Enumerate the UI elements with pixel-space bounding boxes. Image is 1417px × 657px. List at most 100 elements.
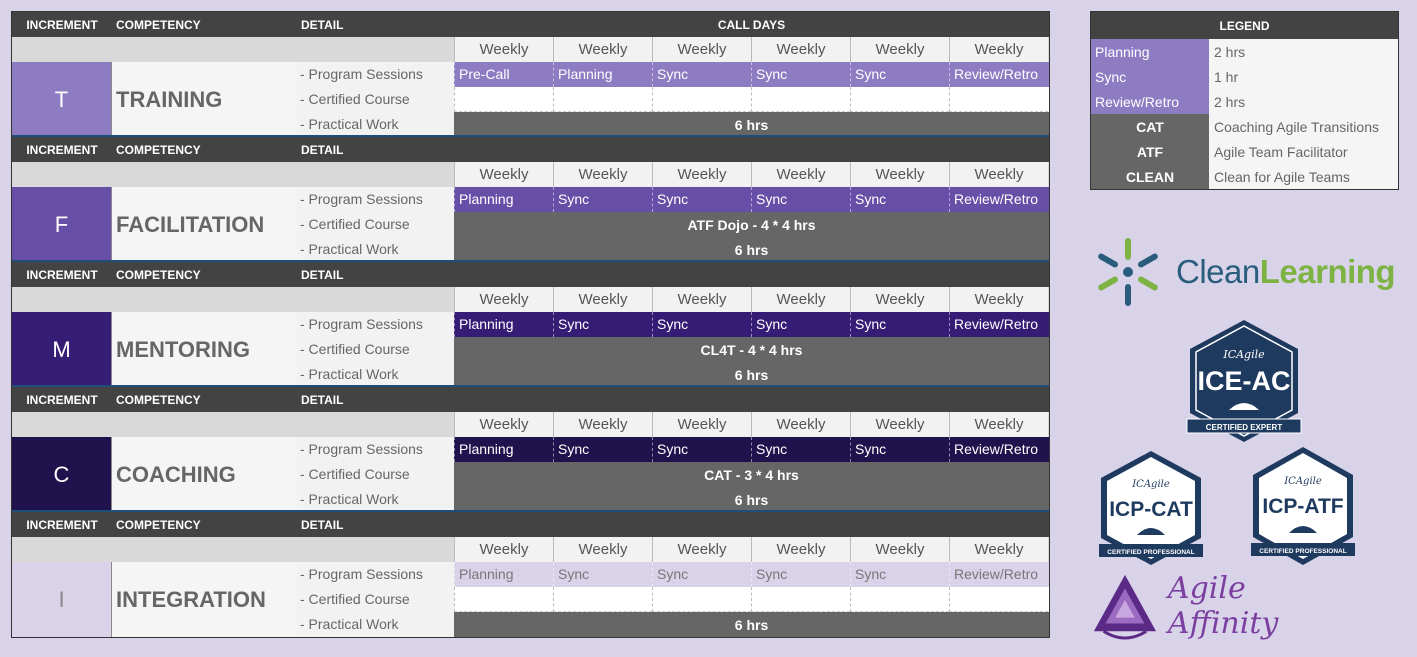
weekly-row: Weekly Weekly Weekly Weekly Weekly Weekly [12, 287, 1049, 312]
session-cell: Review/Retro [949, 62, 1048, 87]
detail-item: - Program Sessions [300, 566, 423, 582]
session-cell: Sync [652, 562, 751, 587]
legend-value: 1 hr [1214, 68, 1239, 85]
weekly-cell: Weekly [850, 537, 949, 562]
session-cell: Sync [850, 312, 949, 337]
certified-course-row [454, 587, 1049, 612]
session-cell: Sync [850, 562, 949, 587]
legend-row: ATF Agile Team Facilitator [1091, 139, 1398, 164]
legend-row: Review/Retro 2 hrs [1091, 89, 1398, 114]
weekly-cell: Weekly [454, 287, 553, 312]
detail-item: - Practical Work [300, 116, 399, 132]
icp-cat-title: ICP-CAT [1109, 498, 1193, 521]
header-detail: DETAIL [301, 517, 344, 532]
blank-cell [850, 87, 949, 112]
weekly-cell: Weekly [454, 537, 553, 562]
legend-row: CLEAN Clean for Agile Teams [1091, 164, 1398, 189]
session-cell: Review/Retro [949, 312, 1048, 337]
detail-item: - Practical Work [300, 616, 399, 632]
header-increment: INCREMENT [26, 517, 98, 532]
ice-ac-badge: ICAgile ICE-AC CERTIFIED EXPERT [1186, 320, 1302, 442]
agile-affinity-mark-icon [1093, 574, 1157, 639]
session-cell: Sync [751, 562, 850, 587]
weekly-cell: Weekly [454, 162, 553, 187]
legend-row: Planning 2 hrs [1091, 39, 1398, 64]
session-cell: Planning [454, 437, 553, 462]
weekly-row: Weekly Weekly Weekly Weekly Weekly Weekly [12, 162, 1049, 187]
increment-letter: C [12, 437, 112, 512]
certified-course-cell: ATF Dojo - 4 * 4 hrs [454, 212, 1049, 237]
program-sessions-row: Planning Sync Sync Sync Sync Review/Retro [454, 312, 1049, 337]
weekly-cell: Weekly [454, 412, 553, 437]
section-header: INCREMENT COMPETENCY DETAIL [12, 137, 1049, 162]
practical-work-cell: 6 hrs [454, 362, 1049, 387]
legend-key: CLEAN [1091, 164, 1209, 189]
practical-work-cell: 6 hrs [454, 487, 1049, 512]
session-cell: Sync [850, 437, 949, 462]
program-sessions-row: Planning Sync Sync Sync Sync Review/Retro [454, 187, 1049, 212]
header-competency: COMPETENCY [116, 267, 201, 282]
weekly-cell: Weekly [553, 412, 652, 437]
icp-atf-subtitle: CERTIFIED PROFESSIONAL [1259, 548, 1346, 555]
legend-table: LEGEND Planning 2 hrs Sync 1 hr Review/Ret… [1090, 11, 1399, 190]
agile-affinity-text: Agile Affinity [1167, 570, 1279, 641]
blank-cell [454, 87, 553, 112]
detail-item: - Certified Course [300, 591, 410, 607]
weekly-cell: Weekly [949, 287, 1048, 312]
certified-course-row [454, 87, 1049, 112]
cleanlearning-text-a: Clean [1176, 253, 1260, 290]
header-competency: COMPETENCY [116, 17, 201, 32]
practical-work-cell: 6 hrs [454, 237, 1049, 262]
competency-name: FACILITATION [112, 187, 297, 262]
detail-list: - Program Sessions - Certified Course - Pr… [297, 437, 454, 512]
weekly-row: Weekly Weekly Weekly Weekly Weekly Weekly [12, 412, 1049, 437]
weekly-cell: Weekly [751, 287, 850, 312]
legend-title: LEGEND [1091, 12, 1398, 39]
header-detail: DETAIL [301, 392, 344, 407]
agile-affinity-logo: Agile Affinity [1090, 568, 1360, 643]
header-competency: COMPETENCY [116, 517, 201, 532]
session-cell: Sync [751, 437, 850, 462]
header-increment: INCREMENT [26, 392, 98, 407]
session-cell: Review/Retro [949, 562, 1048, 587]
header-detail: DETAIL [301, 267, 344, 282]
detail-list: - Program Sessions - Certified Course - Pr… [297, 187, 454, 262]
section-coaching: INCREMENT COMPETENCY DETAIL Weekly Weekly… [12, 387, 1049, 512]
weekly-cell: Weekly [949, 412, 1048, 437]
detail-item: - Certified Course [300, 466, 410, 482]
legend-value: Coaching Agile Transitions [1214, 118, 1379, 135]
session-cell: Sync [553, 312, 652, 337]
detail-item: - Program Sessions [300, 191, 423, 207]
program-sessions-row: Pre-Call Planning Sync Sync Sync Review/Retro [454, 62, 1049, 87]
detail-item: - Practical Work [300, 491, 399, 507]
detail-item: - Certified Course [300, 341, 410, 357]
detail-list: - Program Sessions - Certified Course - Pr… [297, 562, 454, 637]
header-call-days [454, 262, 1049, 287]
weekly-cell: Weekly [751, 162, 850, 187]
section-integration: INCREMENT COMPETENCY DETAIL Weekly Weekly… [12, 512, 1049, 637]
certified-course-cell: CAT - 3 * 4 hrs [454, 462, 1049, 487]
weekly-cell: Weekly [949, 162, 1048, 187]
competency-name: INTEGRATION [112, 562, 297, 637]
session-cell: Sync [850, 187, 949, 212]
section-mentoring: INCREMENT COMPETENCY DETAIL Weekly Weekly… [12, 262, 1049, 387]
session-cell: Sync [751, 312, 850, 337]
weekly-cell: Weekly [850, 162, 949, 187]
blank-cell [751, 587, 850, 612]
blank-cell [652, 587, 751, 612]
ice-ac-title: ICE-AC [1198, 366, 1291, 396]
blank-cell [949, 587, 1048, 612]
session-cell: Planning [553, 62, 652, 87]
weekly-cell: Weekly [751, 537, 850, 562]
legend-key: Sync [1091, 64, 1209, 89]
section-facilitation: INCREMENT COMPETENCY DETAIL Weekly Weekly… [12, 137, 1049, 262]
session-cell: Review/Retro [949, 437, 1048, 462]
weekly-cell: Weekly [850, 412, 949, 437]
weekly-cell: Weekly [553, 162, 652, 187]
session-cell: Planning [454, 187, 553, 212]
blank-cell [454, 587, 553, 612]
certified-course-cell: CL4T - 4 * 4 hrs [454, 337, 1049, 362]
blank-cell [553, 587, 652, 612]
cleanlearning-text-b: Learning [1259, 253, 1396, 290]
blank-cell [751, 87, 850, 112]
